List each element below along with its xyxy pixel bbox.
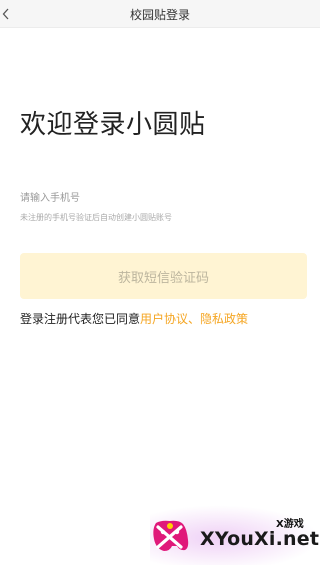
welcome-heading: 欢迎登录小圆贴 [20,110,206,140]
auto-register-hint: 未注册的手机号验证后自动创建小圆贴账号 [20,213,172,222]
login-page: 校园贴登录 欢迎登录小圆贴 未注册的手机号验证后自动创建小圆贴账号 获取短信验证… [0,0,320,570]
user-agreement-link[interactable]: 用户协议 [140,312,188,326]
watermark-en-text: XYouXi.net [200,528,320,550]
privacy-policy-link[interactable]: 隐私政策 [200,312,248,326]
header-bar: 校园贴登录 [0,0,320,28]
agreement-text: 登录注册代表您已同意用户协议、隐私政策 [20,310,248,327]
page-title: 校园贴登录 [129,8,190,22]
gamepad-x-logo-icon [153,520,189,551]
agreement-separator: 、 [188,312,201,326]
agreement-prefix: 登录注册代表您已同意 [20,312,141,326]
phone-input[interactable] [20,188,300,208]
get-sms-code-button[interactable]: 获取短信验证码 [20,253,307,299]
